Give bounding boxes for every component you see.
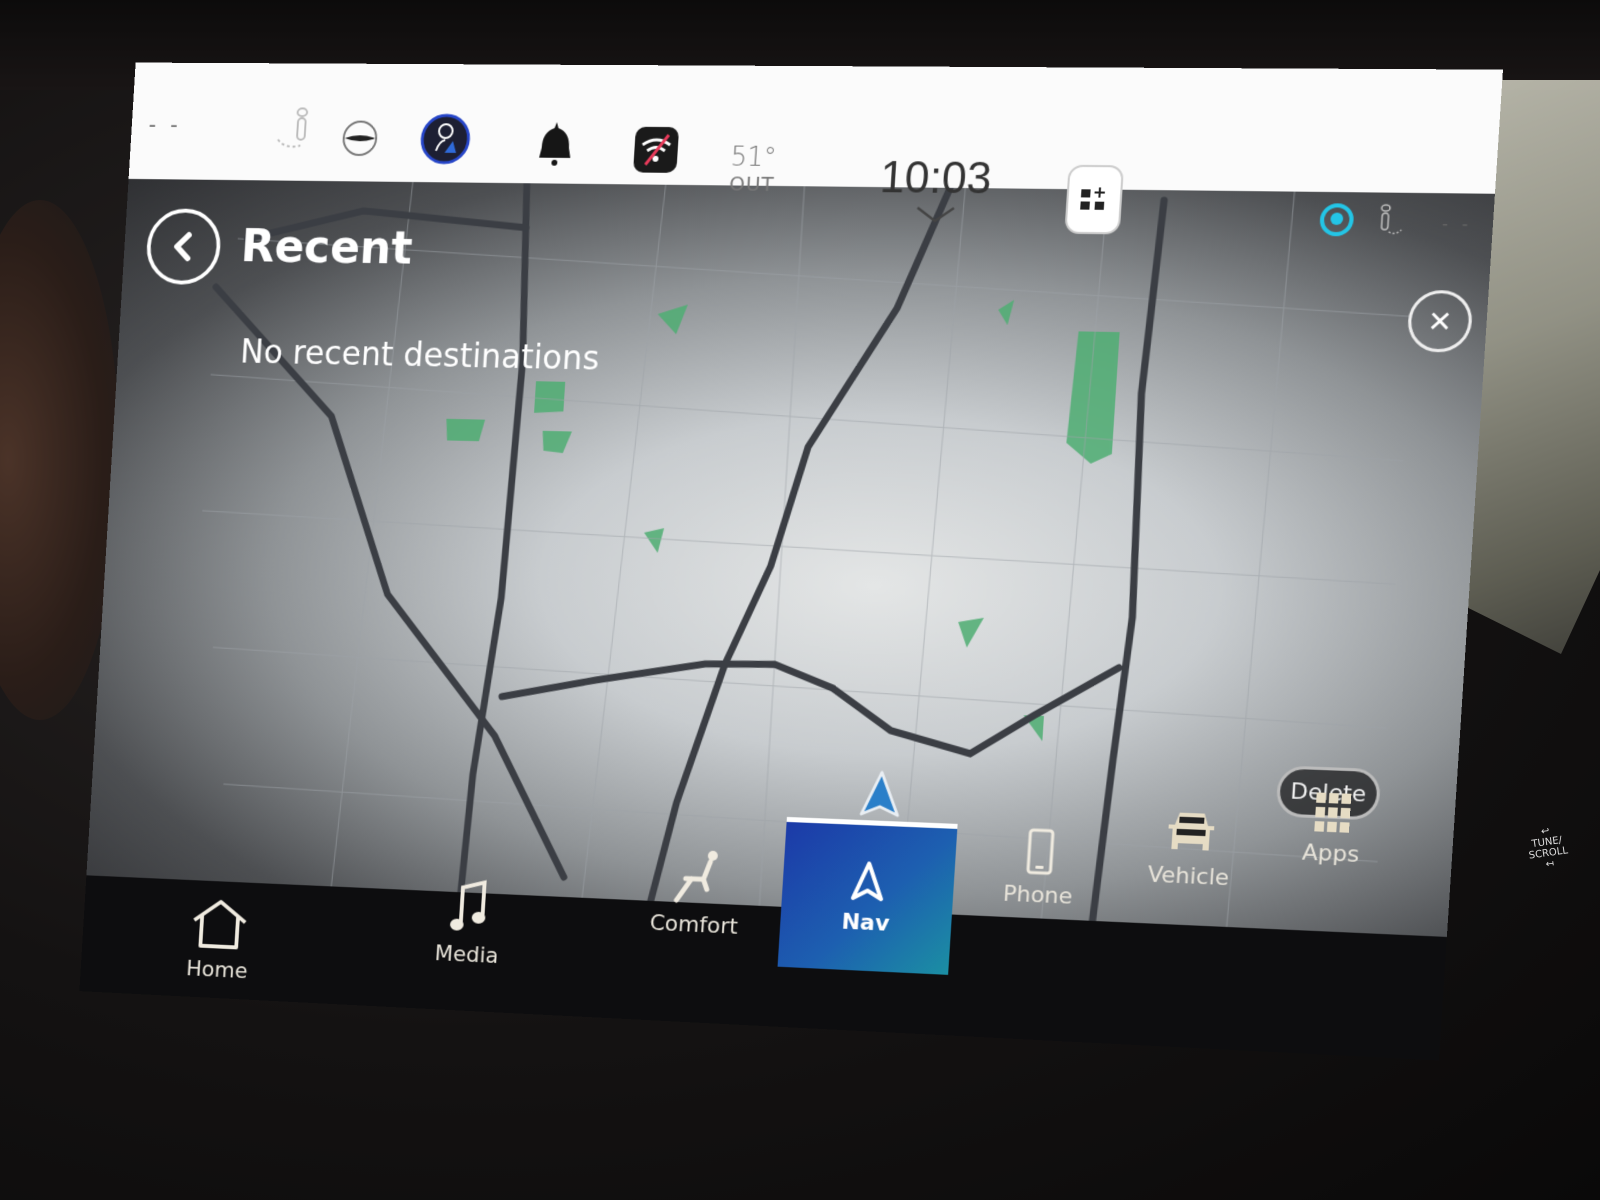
home-icon [189, 896, 251, 951]
navigation-arrow-icon [850, 860, 887, 904]
nav-item-label: Comfort [648, 910, 739, 940]
wifi-off-icon[interactable] [633, 126, 680, 173]
park-area [642, 527, 665, 554]
seat-heat-passenger-icon[interactable] [1373, 203, 1405, 240]
infotainment-screen: - - 51° OUT 10:03 - - Recent ✕ No recent… [79, 62, 1503, 1061]
nav-item-label: Vehicle [1146, 861, 1230, 891]
temperature-value: 51° [729, 142, 778, 173]
nav-item-home[interactable]: Home [145, 878, 294, 1001]
music-note-icon [449, 877, 491, 936]
nav-item-label: Media [433, 940, 500, 969]
park-area [534, 381, 566, 414]
nav-item-comfort[interactable]: Comfort [618, 830, 774, 956]
park-area [656, 304, 688, 335]
status-left-placeholder: - - [147, 113, 183, 138]
close-icon: ✕ [1426, 303, 1454, 339]
empty-state-message: No recent destinations [239, 332, 601, 378]
nav-item-phone[interactable]: Phone [959, 804, 1120, 932]
park-area [1065, 331, 1120, 465]
widget-add-icon [1080, 167, 1121, 210]
bottom-nav: Home Media Comfort Nav Phone Vehicle App… [79, 791, 1447, 1061]
temperature-label: OUT [728, 171, 776, 196]
nav-item-nav[interactable]: Nav [777, 816, 958, 975]
voice-assistant-icon[interactable] [1318, 200, 1356, 239]
smartphone-icon [1026, 827, 1055, 875]
nav-item-media[interactable]: Media [393, 860, 545, 985]
nav-item-label: Apps [1301, 839, 1361, 868]
park-area [956, 616, 984, 649]
park-area [541, 430, 572, 454]
status-right-placeholder: - - [1441, 213, 1474, 234]
nav-item-label: Phone [1002, 880, 1074, 910]
apps-grid-icon [1314, 791, 1352, 833]
park-area [997, 299, 1015, 326]
nav-item-label: Home [185, 956, 249, 984]
page-title: Recent [239, 219, 415, 275]
clock[interactable]: 10:03 [879, 153, 993, 205]
chevron-down-icon[interactable] [914, 206, 956, 229]
seat-heat-driver-icon[interactable] [271, 106, 316, 153]
vehicle-icon [1167, 811, 1216, 851]
nav-item-apps[interactable]: Apps [1250, 765, 1415, 894]
tune-scroll-knob-label[interactable]: ↩ TUNE/ SCROLL ↤ [1525, 823, 1570, 872]
seat-comfort-icon [670, 848, 723, 906]
highway [651, 185, 950, 912]
steering-wheel-heat-icon[interactable] [340, 119, 381, 159]
driver-profile-icon[interactable] [419, 113, 472, 165]
park-area [445, 418, 486, 442]
notifications-bell-icon[interactable] [535, 120, 577, 168]
chevron-left-icon [168, 230, 198, 263]
nav-item-label: Nav [840, 909, 891, 937]
status-bar: - - 51° OUT 10:03 - - [128, 62, 1503, 196]
outside-temperature[interactable]: 51° OUT [728, 142, 778, 196]
nav-item-vehicle[interactable]: Vehicle [1109, 785, 1272, 914]
widget-add-button[interactable] [1064, 164, 1125, 235]
